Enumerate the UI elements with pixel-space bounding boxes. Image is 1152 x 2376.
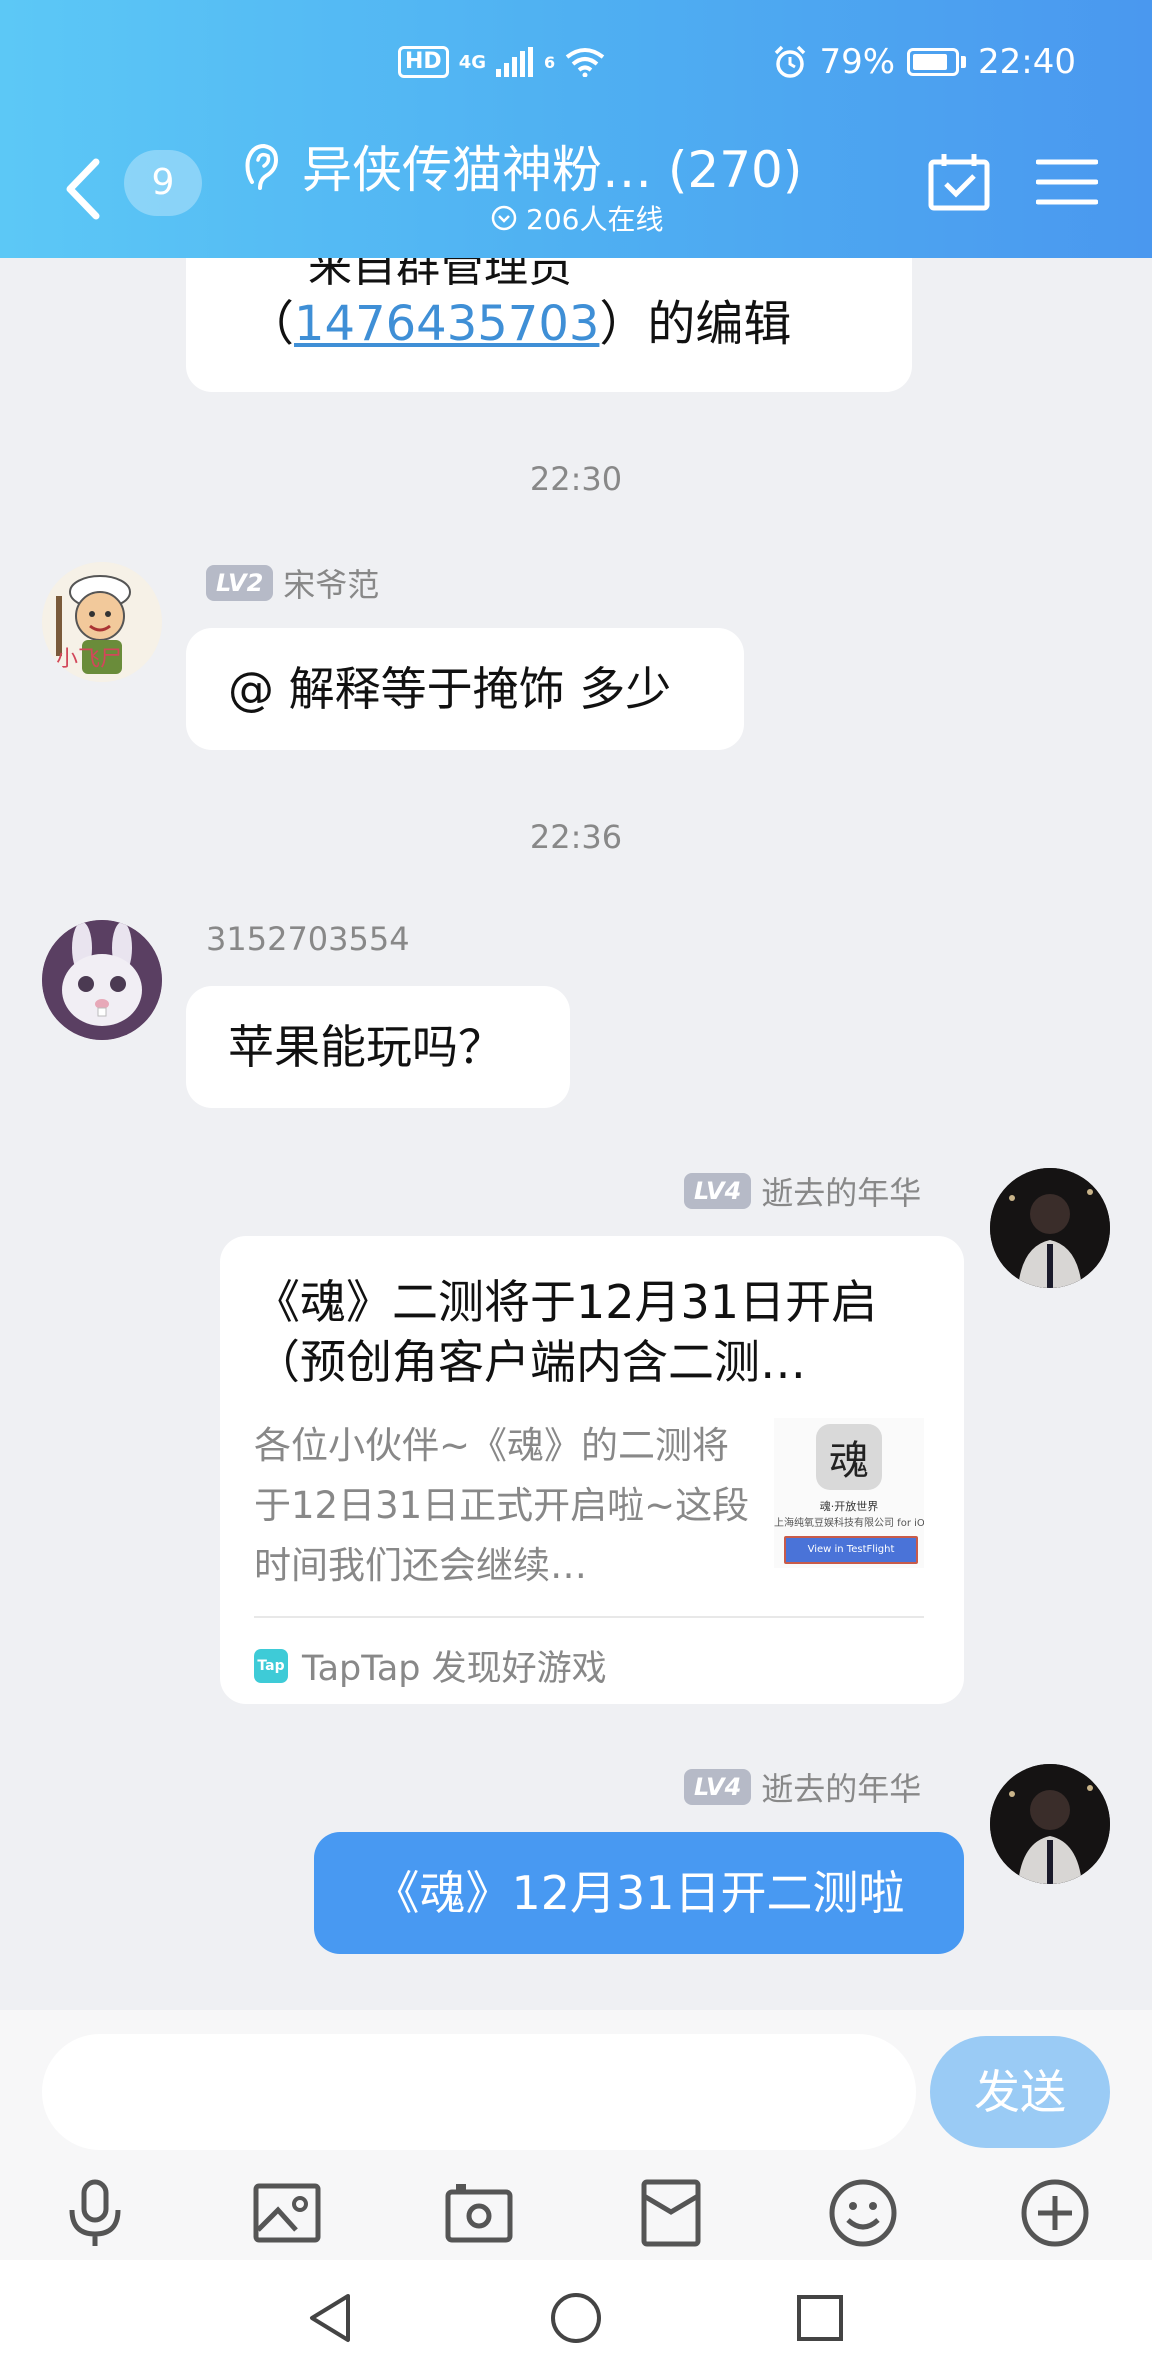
partial-suffix: ）的编辑 (599, 296, 792, 352)
timestamp: 22:30 (529, 460, 623, 498)
message-bubble[interactable]: 苹果能玩吗？ (186, 986, 570, 1108)
online-count[interactable]: 206人在线 (490, 198, 663, 238)
level-badge: LV4 (684, 1173, 752, 1209)
chat-header: HD 4G 6 79% 22:40 9 异侠传猫神粉… (270) 206人在线 (0, 0, 1152, 258)
chat-area[interactable]: 来自群管理员 （1476435703）的编辑 22:30 小飞尸 LV2 宋爷范… (0, 0, 1152, 2010)
nav-home-icon[interactable] (548, 2290, 604, 2346)
calendar-check-icon[interactable] (926, 150, 992, 214)
system-nav-bar (0, 2260, 1152, 2376)
avatar[interactable] (42, 920, 162, 1040)
timestamp: 22:36 (529, 818, 623, 856)
qq-number-link[interactable]: 1476435703 (294, 296, 599, 352)
sender-name[interactable]: 逝去的年华 (761, 1168, 921, 1214)
clock: 22:40 (978, 42, 1076, 82)
mic-icon[interactable] (58, 2176, 132, 2250)
sender-name[interactable]: 逝去的年华 (761, 1764, 921, 1810)
message-text: 苹果能玩吗？ (228, 1020, 504, 1074)
card-source: Tap TapTap 发现好游戏 (254, 1640, 607, 1691)
red-packet-icon[interactable] (634, 2176, 708, 2250)
partial-prefix: （ (246, 296, 295, 352)
battery-icon (907, 48, 960, 76)
thumb-caption: 魂·开放世界 (819, 1500, 879, 1513)
nav-recents-icon[interactable] (792, 2290, 848, 2346)
thumb-company: 上海纯氧豆娱科技有限公司 for iOS (774, 1518, 924, 1529)
taptap-logo-icon: Tap (254, 1648, 288, 1683)
emoji-icon[interactable] (826, 2176, 900, 2250)
unread-count-badge[interactable]: 9 (124, 150, 202, 216)
plus-icon[interactable] (1018, 2176, 1092, 2250)
menu-icon[interactable] (1036, 158, 1098, 206)
card-divider (254, 1616, 924, 1618)
avatar[interactable] (990, 1764, 1110, 1884)
thumb-button: View in TestFlight (784, 1536, 918, 1564)
card-title: 《魂》二测将于12月31日开启（预创角客户端内含二测… (254, 1275, 878, 1389)
avatar[interactable] (990, 1168, 1110, 1288)
battery-percent: 79% (819, 42, 896, 82)
message-text: 《魂》12月31日开二测啦 (373, 1866, 905, 1920)
message-bubble[interactable]: @ 解释等于掩饰 多少 (186, 628, 744, 750)
card-thumbnail: 魂 魂·开放世界 上海纯氧豆娱科技有限公司 for iOS View in Te… (774, 1418, 924, 1568)
network-label: 4G (458, 51, 486, 73)
wifi-icon (565, 48, 605, 77)
hd-badge: HD (398, 46, 449, 78)
avatar[interactable]: 小飞尸 (42, 562, 162, 682)
ear-icon[interactable] (242, 142, 280, 194)
signal-icon (496, 47, 533, 77)
back-arrow-icon[interactable] (58, 154, 108, 224)
wifi-label: 6 (544, 52, 556, 72)
source-label: TapTap 发现好游戏 (302, 1649, 607, 1689)
sender-name[interactable]: 3152703554 (206, 920, 410, 958)
chevron-down-circle-icon (491, 205, 517, 231)
send-button[interactable]: 发送 (930, 2036, 1110, 2148)
alarm-icon (775, 45, 806, 78)
level-badge: LV2 (206, 565, 274, 601)
sender-name[interactable]: 宋爷范 (283, 560, 379, 606)
status-bar: HD 4G 6 79% 22:40 (0, 0, 1152, 130)
level-badge: LV4 (684, 1769, 752, 1805)
svg-text:魂: 魂 (829, 1438, 869, 1484)
input-area: 发送 (0, 2010, 1152, 2260)
message-input[interactable] (42, 2034, 916, 2150)
page-title[interactable]: 异侠传猫神粉… (270) (302, 130, 802, 202)
link-share-card[interactable]: 《魂》二测将于12月31日开启（预创角客户端内含二测… 各位小伙伴~《魂》的二测… (220, 1236, 964, 1704)
online-label: 206人在线 (526, 203, 664, 236)
message-text: @ 解释等于掩饰 多少 (228, 662, 672, 716)
svg-text:小飞尸: 小飞尸 (56, 647, 122, 672)
card-description: 各位小伙伴~《魂》的二测将于12日31日正式开启啦~这段时间我们还会继续… (254, 1424, 750, 1587)
camera-icon[interactable] (442, 2176, 516, 2250)
input-toolbar (0, 2160, 1152, 2260)
image-icon[interactable] (250, 2176, 324, 2250)
my-message-bubble[interactable]: 《魂》12月31日开二测啦 (314, 1832, 964, 1954)
nav-back-icon[interactable] (302, 2290, 358, 2346)
